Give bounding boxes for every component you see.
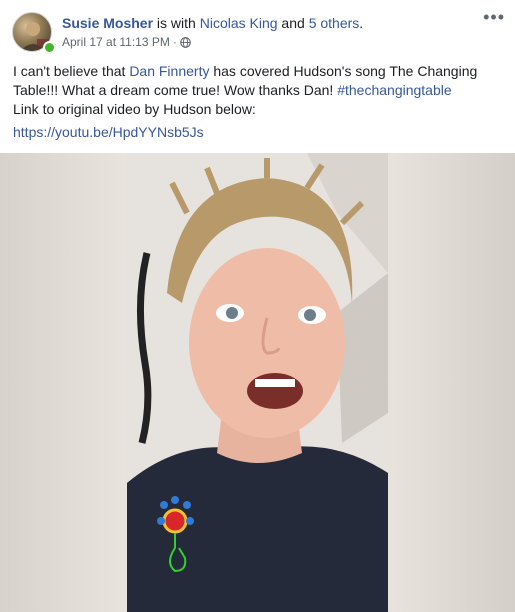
- facebook-post: Susie Mosher is with Nicolas King and 5 …: [0, 0, 515, 612]
- author-line: Susie Mosher is with Nicolas King and 5 …: [62, 14, 363, 32]
- video-frame: [127, 153, 388, 612]
- link-line: https://youtu.be/HpdYYNsb5Js: [13, 124, 204, 140]
- youtube-link[interactable]: https://youtu.be/HpdYYNsb5Js: [13, 124, 204, 140]
- more-options-icon[interactable]: •••: [483, 8, 505, 26]
- online-status-indicator: [43, 41, 56, 54]
- meta-separator: ·: [172, 35, 177, 49]
- post-message: I can't believe that Dan Finnerty has co…: [13, 62, 503, 119]
- tagged-person-link[interactable]: Nicolas King: [200, 15, 278, 31]
- post-timestamp[interactable]: April 17 at 11:13 PM: [62, 35, 170, 49]
- hashtag-link[interactable]: #thechangingtable: [337, 82, 451, 98]
- and-text: and: [277, 15, 309, 31]
- author-name[interactable]: Susie Mosher: [62, 15, 153, 31]
- period: .: [359, 15, 364, 31]
- with-text: is with: [153, 15, 200, 31]
- video-player[interactable]: [0, 153, 515, 612]
- others-link[interactable]: 5 others: [309, 15, 360, 31]
- mention-link[interactable]: Dan Finnerty: [129, 63, 209, 79]
- post-meta: April 17 at 11:13 PM ·: [62, 35, 191, 49]
- post-header: Susie Mosher is with Nicolas King and 5 …: [0, 0, 515, 56]
- globe-icon[interactable]: [180, 36, 191, 48]
- video-thumbnail-image: [127, 153, 388, 612]
- message-text-1: I can't believe that: [13, 63, 130, 79]
- message-text-3: Link to original video by Hudson below:: [13, 101, 256, 117]
